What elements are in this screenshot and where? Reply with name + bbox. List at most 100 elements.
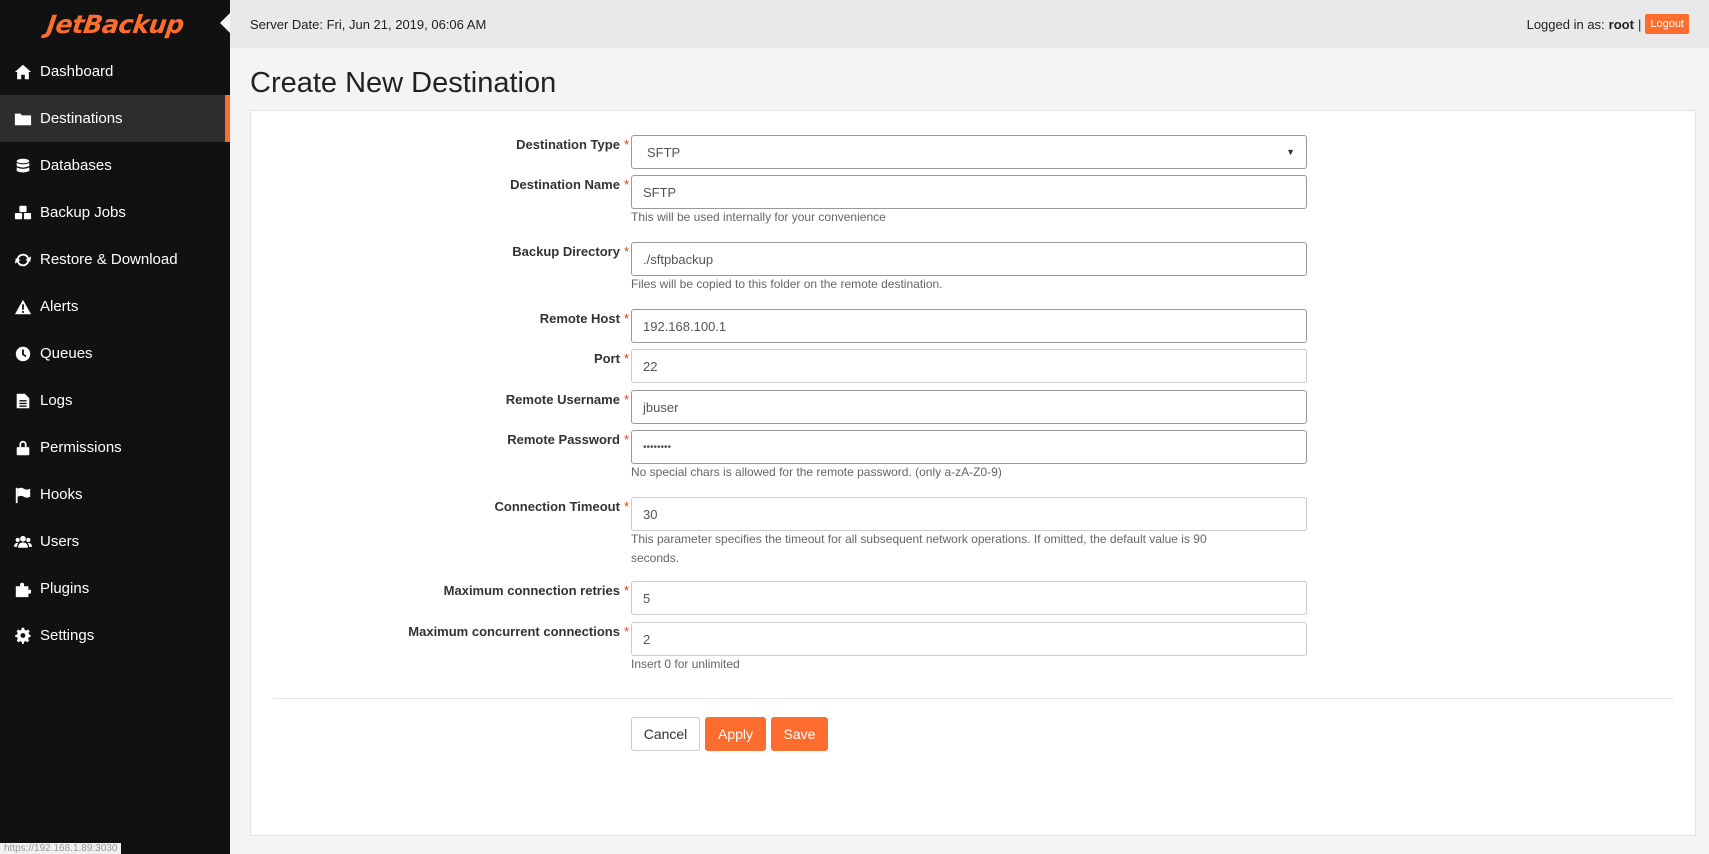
sidebar-item-label: Destinations — [40, 110, 123, 127]
lock-icon — [14, 439, 36, 457]
apply-button[interactable]: Apply — [705, 717, 766, 751]
sidebar-item-logs[interactable]: Logs — [0, 377, 230, 424]
destination-form: Destination Type * SFTP ▼ Destination Nam… — [250, 110, 1696, 836]
refresh-icon — [14, 251, 36, 269]
sidebar-item-label: Hooks — [40, 486, 83, 503]
sidebar: JetBackup Dashboard Destinations Databas… — [0, 0, 230, 854]
backup-directory-input[interactable]: ./sftpbackup — [631, 242, 1307, 276]
sidebar-item-label: Queues — [40, 345, 93, 362]
sidebar-item-label: Logs — [40, 392, 73, 409]
gear-icon — [14, 627, 36, 645]
backup-directory-label: Backup Directory * — [309, 244, 629, 259]
required-mark: * — [623, 392, 629, 407]
remote-password-label: Remote Password * — [309, 432, 629, 447]
clock-icon — [14, 345, 36, 363]
sidebar-item-permissions[interactable]: Permissions — [0, 424, 230, 471]
max-concurrent-input[interactable]: 2 — [631, 622, 1307, 656]
connection-timeout-help: This parameter specifies the timeout for… — [631, 532, 1207, 565]
app-logo[interactable]: JetBackup — [0, 0, 230, 48]
server-date: Server Date: Fri, Jun 21, 2019, 06:06 AM — [250, 16, 487, 32]
sidebar-item-backup-jobs[interactable]: Backup Jobs — [0, 189, 230, 236]
top-bar: Server Date: Fri, Jun 21, 2019, 06:06 AM… — [230, 0, 1709, 48]
folder-icon — [14, 110, 36, 128]
sidebar-item-label: Backup Jobs — [40, 204, 126, 221]
file-icon — [14, 392, 36, 410]
puzzle-icon — [14, 580, 36, 598]
chevron-down-icon: ▼ — [1286, 147, 1295, 157]
destination-name-help: This will be used internally for your co… — [631, 210, 886, 224]
users-icon — [14, 533, 36, 551]
required-mark: * — [623, 499, 629, 514]
destination-name-input[interactable]: SFTP — [631, 175, 1307, 209]
sidebar-item-destinations[interactable]: Destinations — [0, 95, 230, 142]
label-text: Maximum concurrent connections — [408, 624, 620, 639]
label-text: Remote Host — [539, 311, 620, 326]
connection-timeout-label: Connection Timeout * — [309, 499, 630, 514]
logout-button[interactable]: Logout — [1645, 14, 1689, 34]
label-text: Connection Timeout — [494, 499, 620, 514]
warning-icon — [14, 298, 36, 316]
separator: | — [1637, 16, 1642, 32]
required-mark: * — [623, 137, 629, 152]
remote-password-input[interactable]: •••••••• — [631, 430, 1307, 464]
backup-directory-help: Files will be copied to this folder on t… — [631, 277, 943, 291]
sidebar-item-restore-download[interactable]: Restore & Download — [0, 236, 230, 283]
port-input[interactable]: 22 — [631, 349, 1307, 383]
label-text: Destination Type — [516, 137, 620, 152]
sidebar-item-hooks[interactable]: Hooks — [0, 471, 230, 518]
max-retries-label: Maximum connection retries * — [309, 583, 629, 598]
remote-host-input[interactable]: 192.168.100.1 — [631, 309, 1307, 343]
label-text: Destination Name — [510, 177, 620, 192]
max-concurrent-label: Maximum concurrent connections * — [309, 624, 629, 639]
home-icon — [14, 63, 36, 81]
remote-password-help: No special chars is allowed for the remo… — [631, 465, 1002, 479]
destination-type-label: Destination Type * — [309, 137, 629, 152]
sidebar-item-settings[interactable]: Settings — [0, 612, 230, 659]
sidebar-item-plugins[interactable]: Plugins — [0, 565, 230, 612]
database-icon — [14, 157, 36, 175]
sidebar-item-databases[interactable]: Databases — [0, 142, 230, 189]
remote-username-input[interactable]: jbuser — [631, 390, 1307, 424]
sidebar-collapse-caret[interactable] — [220, 13, 230, 33]
form-divider — [273, 698, 1673, 699]
flag-icon — [14, 486, 36, 504]
max-retries-input[interactable]: 5 — [631, 581, 1307, 615]
required-mark: * — [623, 583, 629, 598]
label-text: Port — [593, 351, 620, 366]
label-text: Remote Username — [505, 392, 620, 407]
required-mark: * — [623, 351, 629, 366]
sidebar-item-label: Dashboard — [40, 63, 114, 80]
required-mark: * — [623, 432, 629, 447]
required-mark: * — [623, 311, 629, 326]
label-text: Maximum connection retries — [443, 583, 620, 598]
logged-in-label: Logged in as: — [1526, 16, 1605, 32]
sidebar-item-label: Alerts — [40, 298, 79, 315]
sidebar-item-label: Restore & Download — [40, 251, 178, 268]
sidebar-item-label: Databases — [40, 157, 112, 174]
sidebar-item-users[interactable]: Users — [0, 518, 230, 565]
sidebar-item-label: Plugins — [40, 580, 90, 597]
cubes-icon — [14, 204, 36, 222]
sidebar-item-queues[interactable]: Queues — [0, 330, 230, 377]
remote-host-label: Remote Host * — [309, 311, 629, 326]
label-text: Backup Directory — [512, 244, 620, 259]
remote-username-label: Remote Username * — [309, 392, 629, 407]
logo-text: JetBackup — [44, 9, 186, 39]
sidebar-item-label: Users — [40, 533, 80, 550]
destination-type-value: SFTP — [647, 144, 681, 160]
max-concurrent-help: Insert 0 for unlimited — [631, 657, 740, 671]
sidebar-item-label: Settings — [40, 627, 95, 644]
destination-name-label: Destination Name * — [309, 177, 629, 192]
label-text: Remote Password — [507, 432, 620, 447]
cancel-button[interactable]: Cancel — [631, 717, 700, 751]
destination-type-select[interactable]: SFTP ▼ — [631, 135, 1307, 169]
save-button[interactable]: Save — [771, 717, 828, 751]
sidebar-item-dashboard[interactable]: Dashboard — [0, 48, 230, 95]
sidebar-item-alerts[interactable]: Alerts — [0, 283, 230, 330]
required-mark: * — [623, 177, 629, 192]
connection-timeout-input[interactable]: 30 — [631, 497, 1307, 531]
sidebar-nav: Dashboard Destinations Databases Backup … — [0, 48, 230, 659]
user-info: Logged in as: root | Logout — [1527, 14, 1689, 34]
port-label: Port * — [309, 351, 629, 366]
browser-status-url: https://192.168.1.89:3030 — [0, 843, 122, 854]
